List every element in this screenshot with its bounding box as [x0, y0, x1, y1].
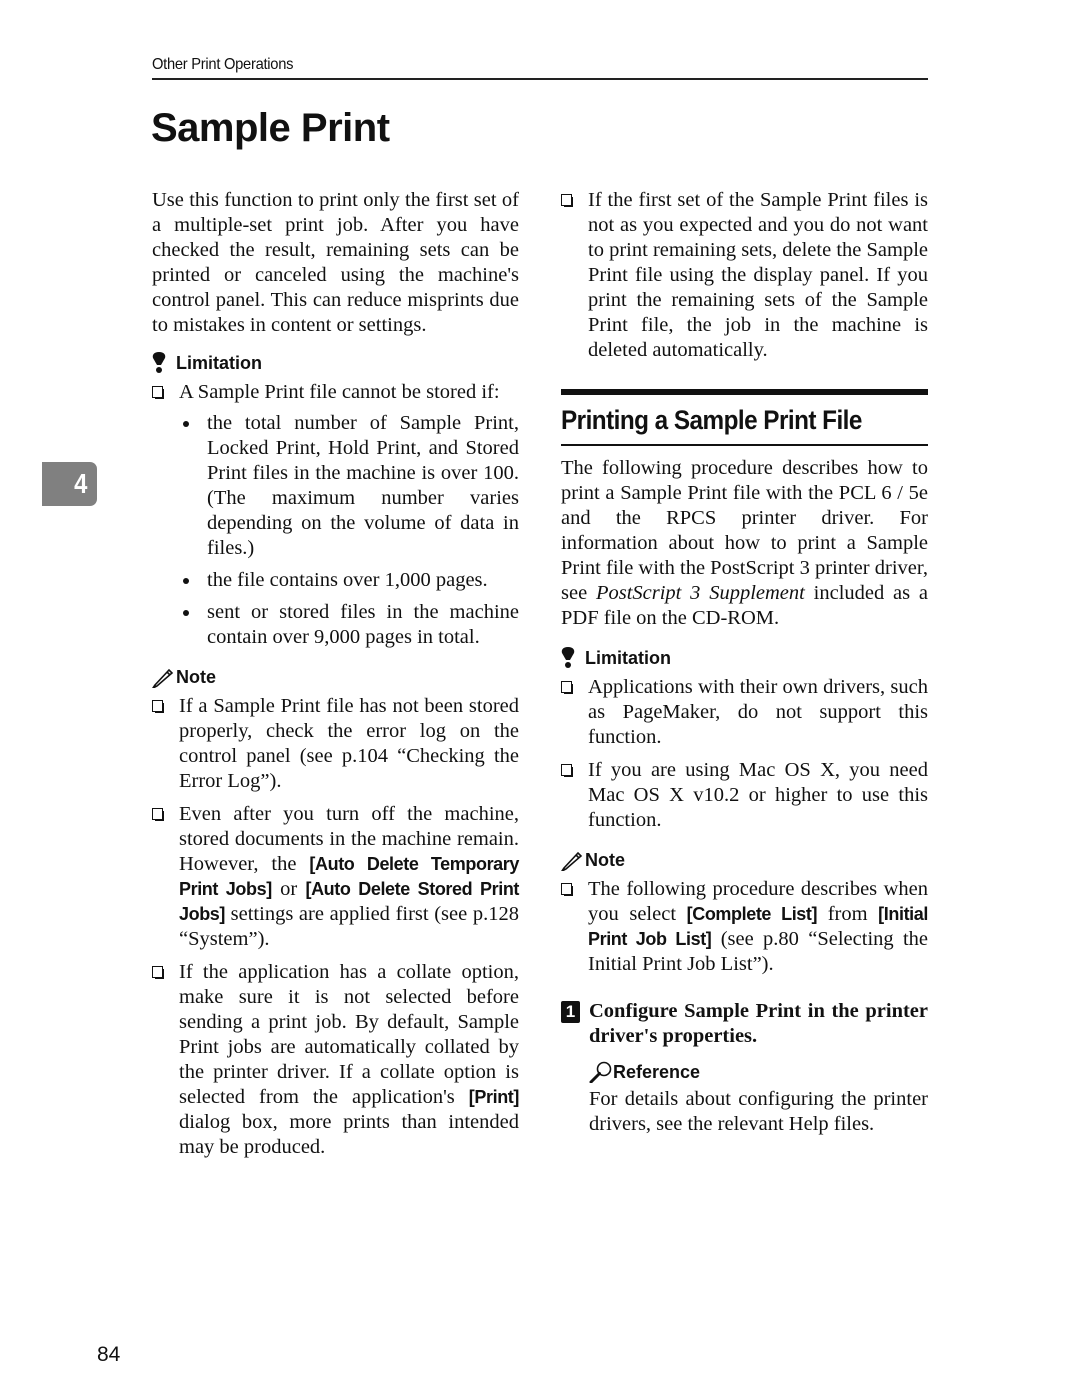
bullet-text: the total number of Sample Print, Locked… [207, 412, 519, 559]
limitation-label: Limitation [585, 648, 671, 668]
note-item: Even after you turn off the machine, sto… [152, 802, 519, 952]
limitation-item-text: A Sample Print file cannot be stored if: [179, 381, 500, 403]
reference-label: Reference [613, 1062, 701, 1082]
note-label: Note [176, 667, 216, 687]
note-label: Note [585, 850, 625, 870]
pencil-icon [152, 668, 176, 688]
limitation-label: Limitation [176, 353, 262, 373]
bullet-dot-icon [183, 578, 189, 584]
reference-text: For details about configuring the printe… [589, 1088, 928, 1135]
limitation-heading: Limitation [152, 352, 519, 374]
note-item-text: or [271, 878, 306, 900]
document-reference: PostScript 3 Supplement [595, 582, 805, 604]
section-title: Printing a Sample Print File [561, 405, 862, 435]
section-heading: Printing a Sample Print File [561, 389, 928, 446]
note-item-text: If the application has a collate option,… [179, 961, 519, 1108]
exclamation-icon [152, 352, 176, 374]
limitation-item: A Sample Print file cannot be stored if:… [152, 380, 519, 650]
step-1: 1 Configure Sample Print in the printer … [561, 999, 928, 1049]
note-item-text: settings are applied first (see p.128 “S… [179, 903, 519, 950]
step-number: 1 [561, 1001, 580, 1023]
page-title: Sample Print [151, 106, 390, 150]
bullet-dot-icon [183, 610, 189, 616]
section-intro: The following procedure describes how to… [561, 456, 928, 631]
continued-item-text: If the first set of the Sample Print fil… [588, 189, 928, 361]
checkbox-bullet-icon [561, 883, 573, 896]
checkbox-bullet-icon [152, 700, 164, 713]
note-item-text: If a Sample Print file has not been stor… [179, 695, 519, 792]
left-column: Use this function to print only the firs… [152, 188, 519, 1160]
limitation-item: Applications with their own drivers, suc… [561, 675, 928, 750]
bullet-text: the file contains over 1,000 pages. [207, 569, 488, 591]
running-head: Other Print Operations [152, 56, 294, 73]
note-item-text: from [817, 903, 879, 925]
exclamation-icon [561, 647, 585, 669]
pencil-icon [561, 851, 585, 871]
note-item: If a Sample Print file has not been stor… [152, 694, 519, 794]
magnifier-icon [589, 1061, 613, 1083]
limitation-item-text: If you are using Mac OS X, you need Mac … [588, 759, 928, 831]
limitation-bullets: the total number of Sample Print, Locked… [179, 411, 519, 650]
note-heading: Note [152, 666, 519, 688]
intro-paragraph: Use this function to print only the firs… [152, 189, 519, 336]
limitation-heading: Limitation [561, 647, 928, 669]
continued-item: If the first set of the Sample Print fil… [561, 188, 928, 363]
note-item: If the application has a collate option,… [152, 960, 519, 1160]
page-number: 84 [97, 1343, 121, 1366]
bullet-dot-icon [183, 421, 189, 427]
chapter-number: 4 [74, 468, 88, 499]
checkbox-bullet-icon [561, 764, 573, 777]
right-column: If the first set of the Sample Print fil… [561, 188, 928, 1137]
bullet-text: sent or stored files in the machine cont… [207, 601, 519, 648]
reference-heading: Reference [561, 1061, 928, 1083]
ui-key-complete-list: [Complete List] [686, 904, 818, 924]
checkbox-bullet-icon [561, 681, 573, 694]
limitation-item-text: Applications with their own drivers, suc… [588, 676, 928, 748]
step-text: Configure Sample Print in the printer dr… [589, 1000, 928, 1047]
bullet-item: sent or stored files in the machine cont… [179, 600, 519, 650]
bullet-item: the total number of Sample Print, Locked… [179, 411, 519, 561]
header-rule [152, 78, 928, 80]
limitation-item: If you are using Mac OS X, you need Mac … [561, 758, 928, 833]
checkbox-bullet-icon [152, 808, 164, 821]
note-item: The following procedure describes when y… [561, 877, 928, 977]
checkbox-bullet-icon [561, 194, 573, 207]
ui-key-print: [Print] [468, 1087, 520, 1107]
checkbox-bullet-icon [152, 386, 164, 399]
note-item-text: dialog box, more prints than intended ma… [179, 1111, 519, 1158]
note-heading: Note [561, 849, 928, 871]
chapter-tab: 4 [42, 462, 97, 506]
checkbox-bullet-icon [152, 966, 164, 979]
bullet-item: the file contains over 1,000 pages. [179, 568, 519, 593]
